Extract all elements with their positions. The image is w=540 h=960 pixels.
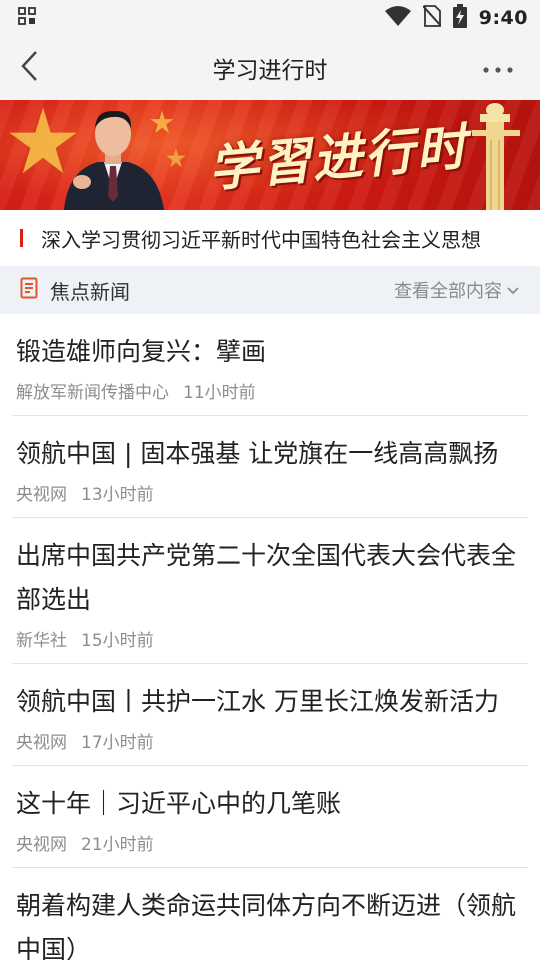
section-header: 焦点新闻 查看全部内容 xyxy=(0,266,540,314)
list-item[interactable]: 出席中国共产党第二十次全国代表大会代表全部选出 新华社 15小时前 xyxy=(12,518,528,664)
list-item[interactable]: 朝着构建人类命运共同体方向不断迈进（领航中国） xyxy=(12,868,528,960)
page-title: 学习进行时 xyxy=(212,58,328,84)
list-item[interactable]: 领航中国丨共护一江水 万里长江焕发新活力 央视网 17小时前 xyxy=(12,664,528,766)
news-meta: 央视网 13小时前 xyxy=(16,480,524,505)
subtitle-text: 深入学习贯彻习近平新时代中国特色社会主义思想 xyxy=(41,227,481,252)
news-meta: 解放军新闻传播中心 11小时前 xyxy=(16,378,524,403)
document-icon xyxy=(20,277,38,303)
status-bar: 9:40 xyxy=(0,0,540,36)
app-grid-icon xyxy=(18,7,36,29)
list-item[interactable]: 领航中国 | 固本强基 让党旗在一线高高飘扬 央视网 13小时前 xyxy=(12,416,528,518)
news-meta: 央视网 21小时前 xyxy=(16,830,524,855)
subtitle-row: 深入学习贯彻习近平新时代中国特色社会主义思想 xyxy=(0,210,540,266)
news-time: 17小时前 xyxy=(81,733,154,753)
wifi-icon xyxy=(384,5,411,32)
news-source: 央视网 xyxy=(16,835,67,855)
news-meta: 新华社 15小时前 xyxy=(16,626,524,651)
list-item[interactable]: 这十年｜习近平心中的几笔账 央视网 21小时前 xyxy=(12,766,528,868)
back-chevron-icon xyxy=(20,50,40,86)
news-list: 锻造雄师向复兴：擘画 解放军新闻传播中心 11小时前 领航中国 | 固本强基 让党… xyxy=(0,314,540,960)
accent-bar xyxy=(20,229,23,247)
news-source: 新华社 xyxy=(16,631,67,651)
no-sim-icon xyxy=(421,4,442,32)
news-title: 锻造雄师向复兴：擘画 xyxy=(16,337,267,366)
list-item[interactable]: 锻造雄师向复兴：擘画 解放军新闻传播中心 11小时前 xyxy=(12,314,528,416)
chevron-down-icon xyxy=(506,280,520,301)
star-icon xyxy=(166,148,186,168)
news-time: 15小时前 xyxy=(81,631,154,651)
section-title: 焦点新闻 xyxy=(50,279,130,304)
more-button[interactable] xyxy=(476,48,520,88)
portrait-image xyxy=(64,110,164,210)
news-title: 这十年｜习近平心中的几笔账 xyxy=(16,789,342,818)
news-title: 领航中国 | 固本强基 让党旗在一线高高飘扬 xyxy=(16,439,499,468)
banner[interactable]: 学習进行时 xyxy=(0,100,540,210)
news-source: 解放军新闻传播中心 xyxy=(16,383,169,403)
news-time: 13小时前 xyxy=(81,485,154,505)
nav-bar: 学习进行时 xyxy=(0,36,540,100)
status-time: 9:40 xyxy=(478,7,528,29)
battery-charging-icon xyxy=(452,3,467,33)
back-button[interactable] xyxy=(10,48,50,88)
status-right: 9:40 xyxy=(384,3,528,33)
news-source: 央视网 xyxy=(16,733,67,753)
view-all-label: 查看全部内容 xyxy=(394,281,502,302)
news-time: 21小时前 xyxy=(81,835,154,855)
more-dots-icon xyxy=(482,59,514,78)
news-meta: 央视网 17小时前 xyxy=(16,728,524,753)
news-source: 央视网 xyxy=(16,485,67,505)
news-title: 领航中国丨共护一江水 万里长江焕发新活力 xyxy=(16,687,499,716)
status-left xyxy=(18,7,36,29)
pillar-image xyxy=(472,103,520,210)
news-title: 朝着构建人类命运共同体方向不断迈进（领航中国） xyxy=(16,891,517,960)
news-time: 11小时前 xyxy=(183,383,256,403)
news-title: 出席中国共产党第二十次全国代表大会代表全部选出 xyxy=(16,541,517,614)
section-title-group: 焦点新闻 xyxy=(20,276,130,305)
view-all-link[interactable]: 查看全部内容 xyxy=(394,277,520,303)
